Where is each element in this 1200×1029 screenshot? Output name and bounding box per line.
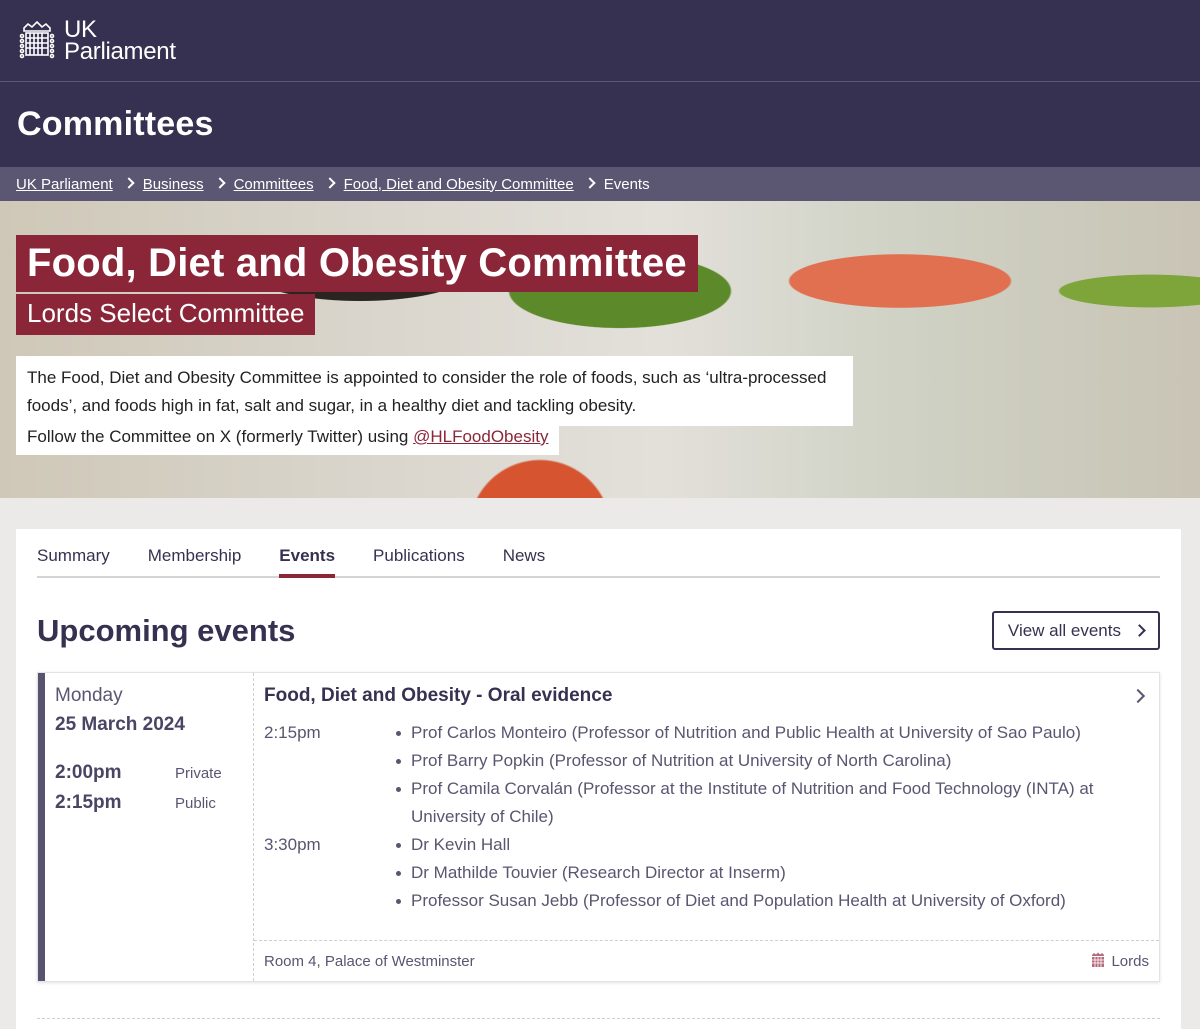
witness: Dr Mathilde Touvier (Research Director a… xyxy=(394,859,1149,887)
portcullis-icon xyxy=(18,20,56,62)
time: 2:15pm xyxy=(55,792,122,813)
event-date: 25 March 2024 xyxy=(55,714,185,735)
committee-description: The Food, Diet and Obesity Committee is … xyxy=(16,356,853,426)
tab-summary[interactable]: Summary xyxy=(37,546,110,576)
time-row: 2:00pm Private xyxy=(55,762,253,784)
site-header: UK Parliament xyxy=(0,0,1200,82)
chevron-right-icon xyxy=(213,177,226,189)
event-title[interactable]: Food, Diet and Obesity - Oral evidence xyxy=(264,685,1149,707)
event-location: Room 4, Palace of Westminster xyxy=(264,952,475,970)
event-details: Food, Diet and Obesity - Oral evidence 2… xyxy=(254,673,1159,981)
event-card[interactable]: Monday 25 March 2024 2:00pm Private 2:15… xyxy=(37,672,1160,982)
uk-parliament-logo[interactable]: UK Parliament xyxy=(18,17,176,65)
event-main: Food, Diet and Obesity - Oral evidence 2… xyxy=(254,673,1159,940)
main-content: Summary Membership Events Publications N… xyxy=(16,529,1181,1029)
time-status: Private xyxy=(175,765,222,782)
session-time: 3:30pm xyxy=(264,835,321,854)
committee-banner: Food, Diet and Obesity Committee Lords S… xyxy=(0,201,1200,498)
house-label: Lords xyxy=(1111,952,1149,970)
committee-subtitle: Lords Select Committee xyxy=(16,294,316,335)
tab-events[interactable]: Events xyxy=(279,546,335,578)
witness-list: Prof Carlos Monteiro (Professor of Nutri… xyxy=(394,719,1149,831)
event-times: 2:00pm Private 2:15pm Public xyxy=(55,762,253,814)
session: 2:15pm Prof Carlos Monteiro (Professor o… xyxy=(264,719,1149,831)
section-header: Committees xyxy=(0,82,1200,167)
tab-membership[interactable]: Membership xyxy=(148,546,242,576)
witness: Professor Susan Jebb (Professor of Diet … xyxy=(394,887,1149,915)
committee-tabs: Summary Membership Events Publications N… xyxy=(37,529,1160,578)
divider xyxy=(37,1018,1160,1019)
witness-list: Dr Kevin Hall Dr Mathilde Touvier (Resea… xyxy=(394,831,1149,915)
chevron-right-icon xyxy=(1133,624,1146,637)
time: 2:00pm xyxy=(55,762,122,783)
twitter-handle-link[interactable]: @HLFoodObesity xyxy=(413,427,548,446)
chevron-right-icon xyxy=(123,177,135,189)
breadcrumb-committee[interactable]: Food, Diet and Obesity Committee xyxy=(344,176,574,193)
session-time: 2:15pm xyxy=(264,723,321,742)
breadcrumb-committees[interactable]: Committees xyxy=(234,176,314,193)
portcullis-icon xyxy=(1091,952,1105,971)
witness: Dr Kevin Hall xyxy=(394,831,1149,859)
tab-publications[interactable]: Publications xyxy=(373,546,465,576)
session: 3:30pm Dr Kevin Hall Dr Mathilde Touvier… xyxy=(264,831,1149,915)
chevron-right-icon xyxy=(323,177,336,189)
time-row: 2:15pm Public xyxy=(55,792,253,814)
upcoming-events-heading: Upcoming events xyxy=(37,612,296,648)
witness: Prof Carlos Monteiro (Professor of Nutri… xyxy=(394,719,1149,747)
section-title[interactable]: Committees xyxy=(17,105,214,144)
house-badge: Lords xyxy=(1091,952,1149,971)
chevron-right-icon xyxy=(584,177,596,189)
breadcrumb-business[interactable]: Business xyxy=(143,176,204,193)
witness: Prof Barry Popkin (Professor of Nutritio… xyxy=(394,747,1149,775)
tab-news[interactable]: News xyxy=(503,546,546,576)
breadcrumb-uk-parliament[interactable]: UK Parliament xyxy=(16,176,113,193)
event-footer: Room 4, Palace of Westminster Lords xyxy=(254,940,1159,981)
event-date-panel: Monday 25 March 2024 2:00pm Private 2:15… xyxy=(38,673,254,981)
event-day: Monday xyxy=(55,685,123,706)
follow-label: Follow the Committee on X (formerly Twit… xyxy=(27,427,414,446)
breadcrumb: UK Parliament Business Committees Food, … xyxy=(0,167,1200,201)
follow-text: Follow the Committee on X (formerly Twit… xyxy=(16,419,560,455)
breadcrumb-current: Events xyxy=(603,175,650,193)
committee-title: Food, Diet and Obesity Committee xyxy=(16,235,698,292)
time-status: Public xyxy=(175,795,216,812)
view-all-events-button[interactable]: View all events xyxy=(991,611,1160,650)
logo-line-2: Parliament xyxy=(64,37,176,65)
upcoming-header: Upcoming events View all events xyxy=(37,611,1160,650)
witness: Prof Camila Corvalán (Professor at the I… xyxy=(394,775,1149,831)
view-all-events-label: View all events xyxy=(1007,620,1121,640)
